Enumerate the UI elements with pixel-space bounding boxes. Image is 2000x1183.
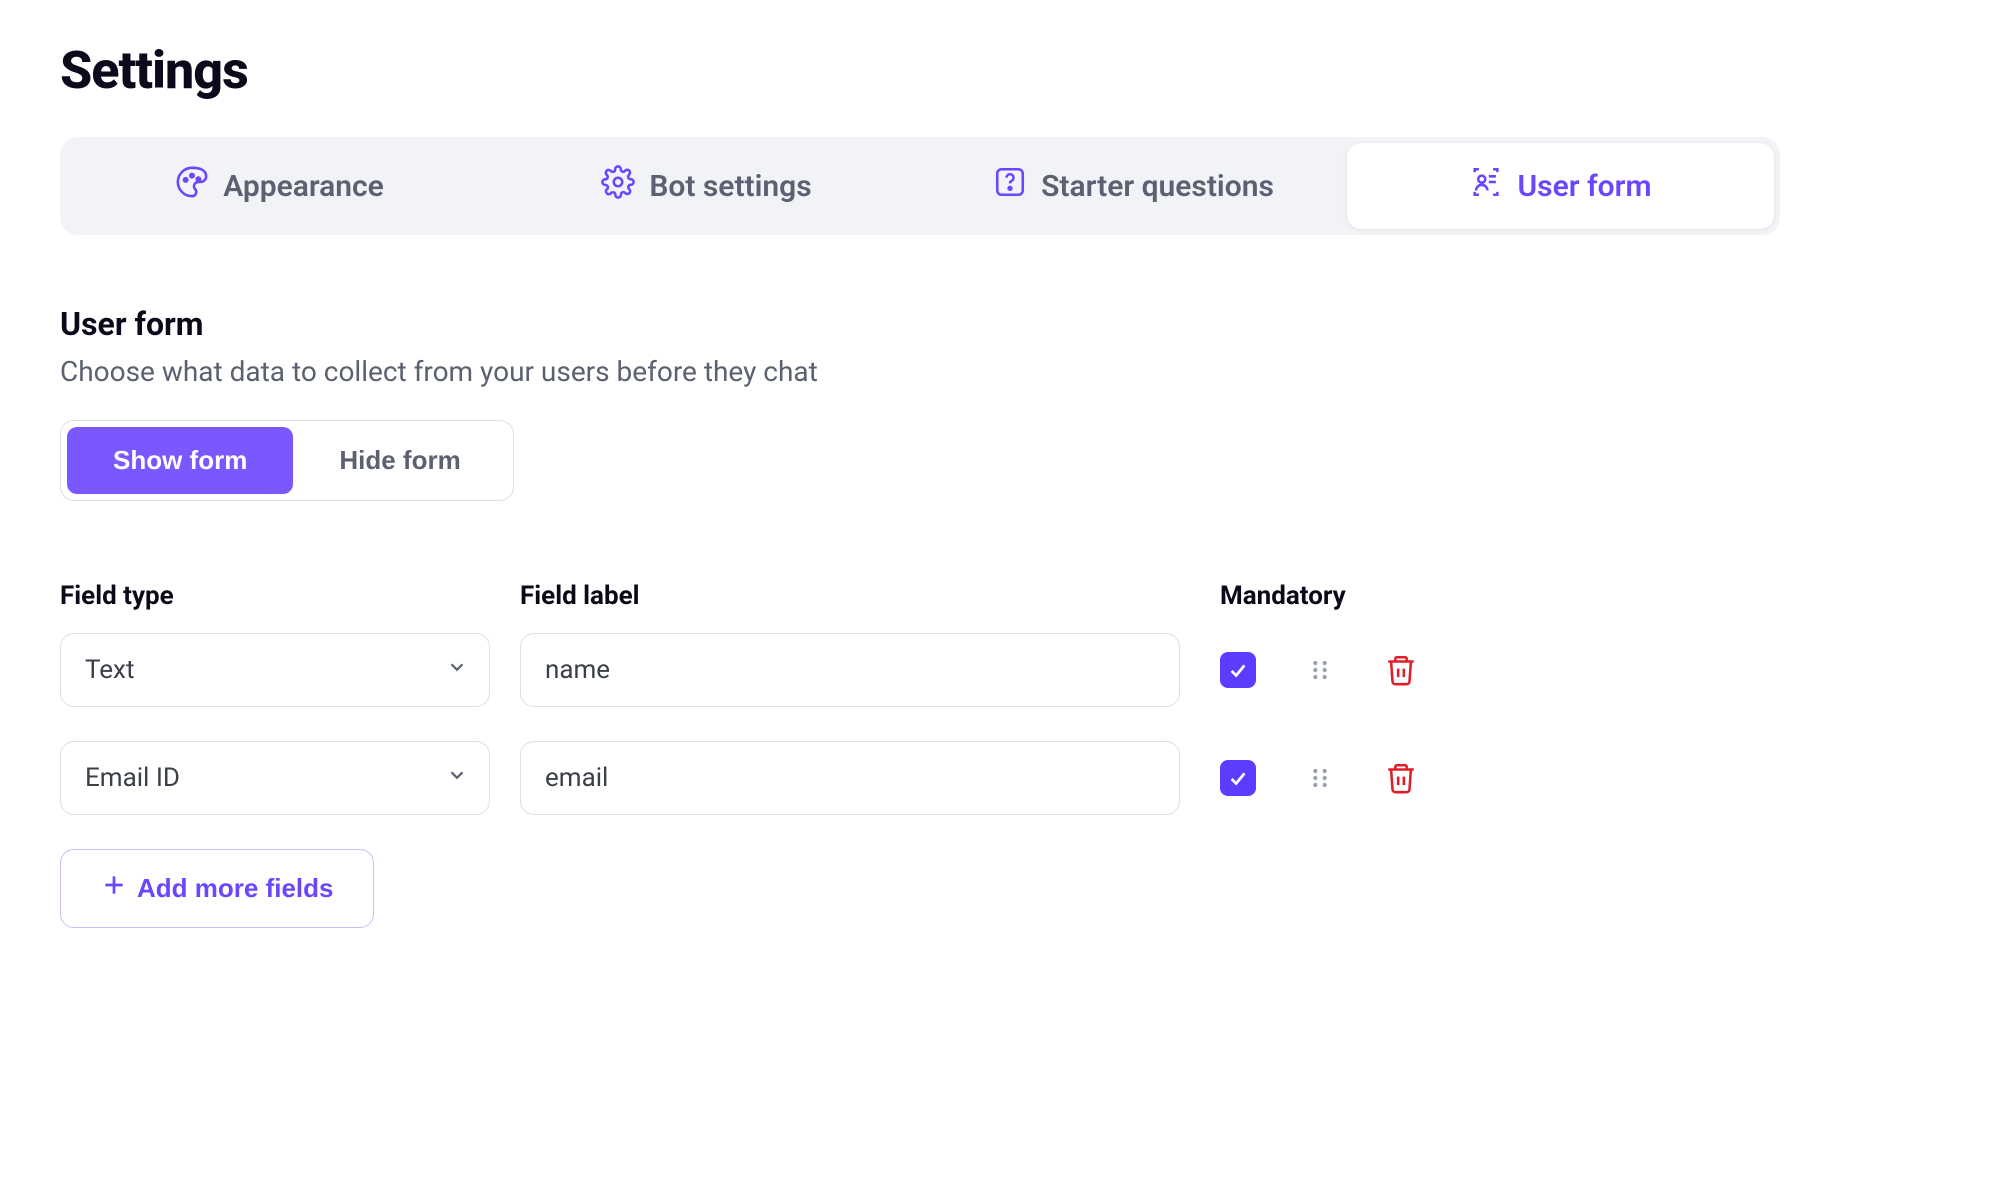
delete-field-button[interactable] (1384, 760, 1418, 796)
field-label-input[interactable] (520, 741, 1180, 815)
gear-icon (601, 165, 635, 207)
tab-bot-settings[interactable]: Bot settings (493, 143, 920, 229)
add-more-label: Add more fields (137, 873, 333, 904)
section-subtitle: Choose what data to collect from your us… (60, 355, 1940, 388)
tab-label: Bot settings (649, 169, 811, 204)
column-field-label: Field label (520, 581, 640, 611)
field-type-select[interactable]: Text (60, 633, 490, 707)
field-type-select[interactable]: Email ID (60, 741, 490, 815)
page-title: Settings (60, 40, 1940, 101)
tab-appearance[interactable]: Appearance (66, 143, 493, 229)
tab-label: User form (1517, 169, 1651, 204)
mandatory-checkbox[interactable] (1220, 760, 1256, 796)
drag-handle-icon[interactable] (1306, 656, 1334, 684)
hide-form-button[interactable]: Hide form (293, 427, 506, 494)
plus-icon (101, 872, 127, 905)
field-row: Text (60, 633, 1940, 707)
add-more-fields-button[interactable]: Add more fields (60, 849, 374, 928)
tabbar: Appearance Bot settings Starter question… (60, 137, 1780, 235)
drag-handle-icon[interactable] (1306, 764, 1334, 792)
show-form-button[interactable]: Show form (67, 427, 293, 494)
form-visibility-toggle: Show form Hide form (60, 420, 514, 501)
question-icon (993, 165, 1027, 207)
tab-starter-questions[interactable]: Starter questions (920, 143, 1347, 229)
section-title: User form (60, 305, 1940, 343)
field-columns-header: Field type Field label Mandatory (60, 581, 1940, 611)
column-field-type: Field type (60, 581, 174, 611)
user-form-icon (1469, 165, 1503, 207)
field-label-input[interactable] (520, 633, 1180, 707)
delete-field-button[interactable] (1384, 652, 1418, 688)
tab-label: Appearance (223, 169, 384, 204)
field-row: Email ID (60, 741, 1940, 815)
mandatory-checkbox[interactable] (1220, 652, 1256, 688)
tab-label: Starter questions (1041, 169, 1274, 204)
column-mandatory: Mandatory (1220, 581, 1346, 611)
tab-user-form[interactable]: User form (1347, 143, 1774, 229)
palette-icon (175, 165, 209, 207)
